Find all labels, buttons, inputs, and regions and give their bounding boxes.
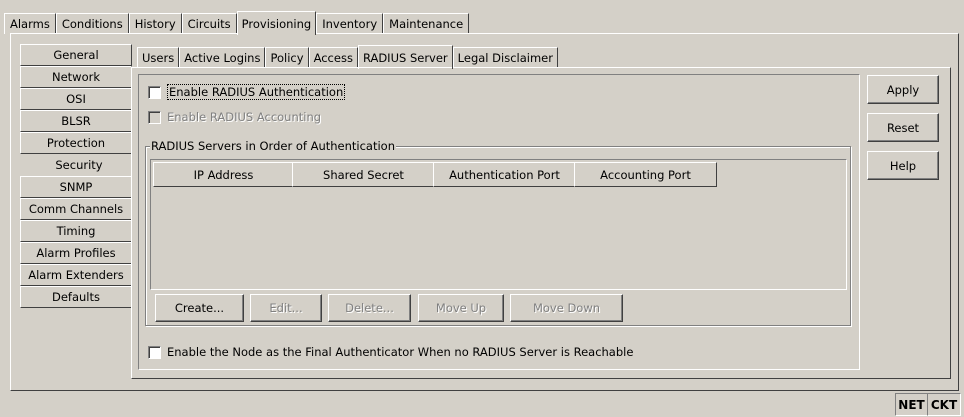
radius-servers-group-title: RADIUS Servers in Order of Authenticatio…: [150, 139, 397, 153]
top-tab-bar: Alarms Conditions History Circuits Provi…: [4, 11, 470, 35]
tab-legal-disclaimer[interactable]: Legal Disclaimer: [452, 47, 558, 68]
enable-radius-accounting-label: Enable RADIUS Accounting: [167, 110, 322, 124]
tab-maintenance[interactable]: Maintenance: [383, 13, 470, 34]
column-ip-address[interactable]: IP Address: [153, 162, 294, 187]
enable-radius-accounting-checkbox[interactable]: [148, 110, 161, 124]
help-button[interactable]: Help: [867, 151, 939, 180]
nav-snmp[interactable]: SNMP: [20, 176, 132, 198]
security-tab-bar: Users Active Logins Policy Access RADIUS…: [137, 45, 558, 69]
column-authentication-port[interactable]: Authentication Port: [433, 162, 576, 187]
nav-security[interactable]: Security: [20, 154, 137, 176]
tab-policy[interactable]: Policy: [265, 47, 309, 68]
reset-button[interactable]: Reset: [867, 113, 939, 142]
tab-active-logins[interactable]: Active Logins: [179, 47, 266, 68]
nav-comm-channels[interactable]: Comm Channels: [20, 198, 132, 220]
nav-alarm-extenders[interactable]: Alarm Extenders: [20, 264, 132, 286]
status-bar: [0, 392, 964, 417]
column-accounting-port[interactable]: Accounting Port: [574, 162, 717, 187]
nav-osi[interactable]: OSI: [20, 88, 132, 110]
enable-radius-auth-label[interactable]: Enable RADIUS Authentication: [167, 84, 346, 100]
tab-inventory[interactable]: Inventory: [316, 13, 384, 34]
nav-blsr[interactable]: BLSR: [20, 110, 132, 132]
tab-alarms[interactable]: Alarms: [4, 13, 56, 34]
enable-radius-accounting-row: Enable RADIUS Accounting: [148, 110, 321, 124]
delete-button[interactable]: Delete...: [328, 294, 411, 322]
nav-timing[interactable]: Timing: [20, 220, 132, 242]
nav-defaults[interactable]: Defaults: [20, 286, 132, 308]
radius-servers-table[interactable]: IP Address Shared Secret Authentication …: [150, 159, 847, 290]
nav-protection[interactable]: Protection: [20, 132, 132, 154]
net-status: NET: [895, 393, 928, 416]
nav-network[interactable]: Network: [20, 66, 132, 88]
left-nav: General Network OSI BLSR Protection Secu…: [20, 44, 137, 308]
tab-circuits[interactable]: Circuits: [181, 13, 237, 34]
tab-history[interactable]: History: [128, 13, 182, 34]
final-authenticator-label[interactable]: Enable the Node as the Final Authenticat…: [167, 345, 633, 359]
tab-users[interactable]: Users: [137, 47, 180, 68]
enable-radius-auth-checkbox[interactable]: [148, 85, 161, 99]
final-authenticator-row: Enable the Node as the Final Authenticat…: [148, 345, 633, 359]
move-down-button[interactable]: Move Down: [510, 294, 623, 322]
enable-radius-auth-row: Enable RADIUS Authentication: [148, 84, 346, 100]
nav-alarm-profiles[interactable]: Alarm Profiles: [20, 242, 132, 264]
nav-general[interactable]: General: [20, 44, 132, 66]
column-shared-secret[interactable]: Shared Secret: [292, 162, 435, 187]
apply-button[interactable]: Apply: [867, 75, 939, 104]
ckt-status: CKT: [927, 393, 961, 416]
create-button[interactable]: Create...: [155, 294, 244, 322]
edit-button[interactable]: Edit...: [250, 294, 322, 322]
final-authenticator-checkbox[interactable]: [148, 345, 161, 359]
move-up-button[interactable]: Move Up: [418, 294, 504, 322]
tab-provisioning[interactable]: Provisioning: [236, 11, 317, 35]
tab-conditions[interactable]: Conditions: [55, 13, 129, 34]
tab-radius-server[interactable]: RADIUS Server: [357, 45, 453, 69]
tab-access[interactable]: Access: [308, 47, 358, 68]
